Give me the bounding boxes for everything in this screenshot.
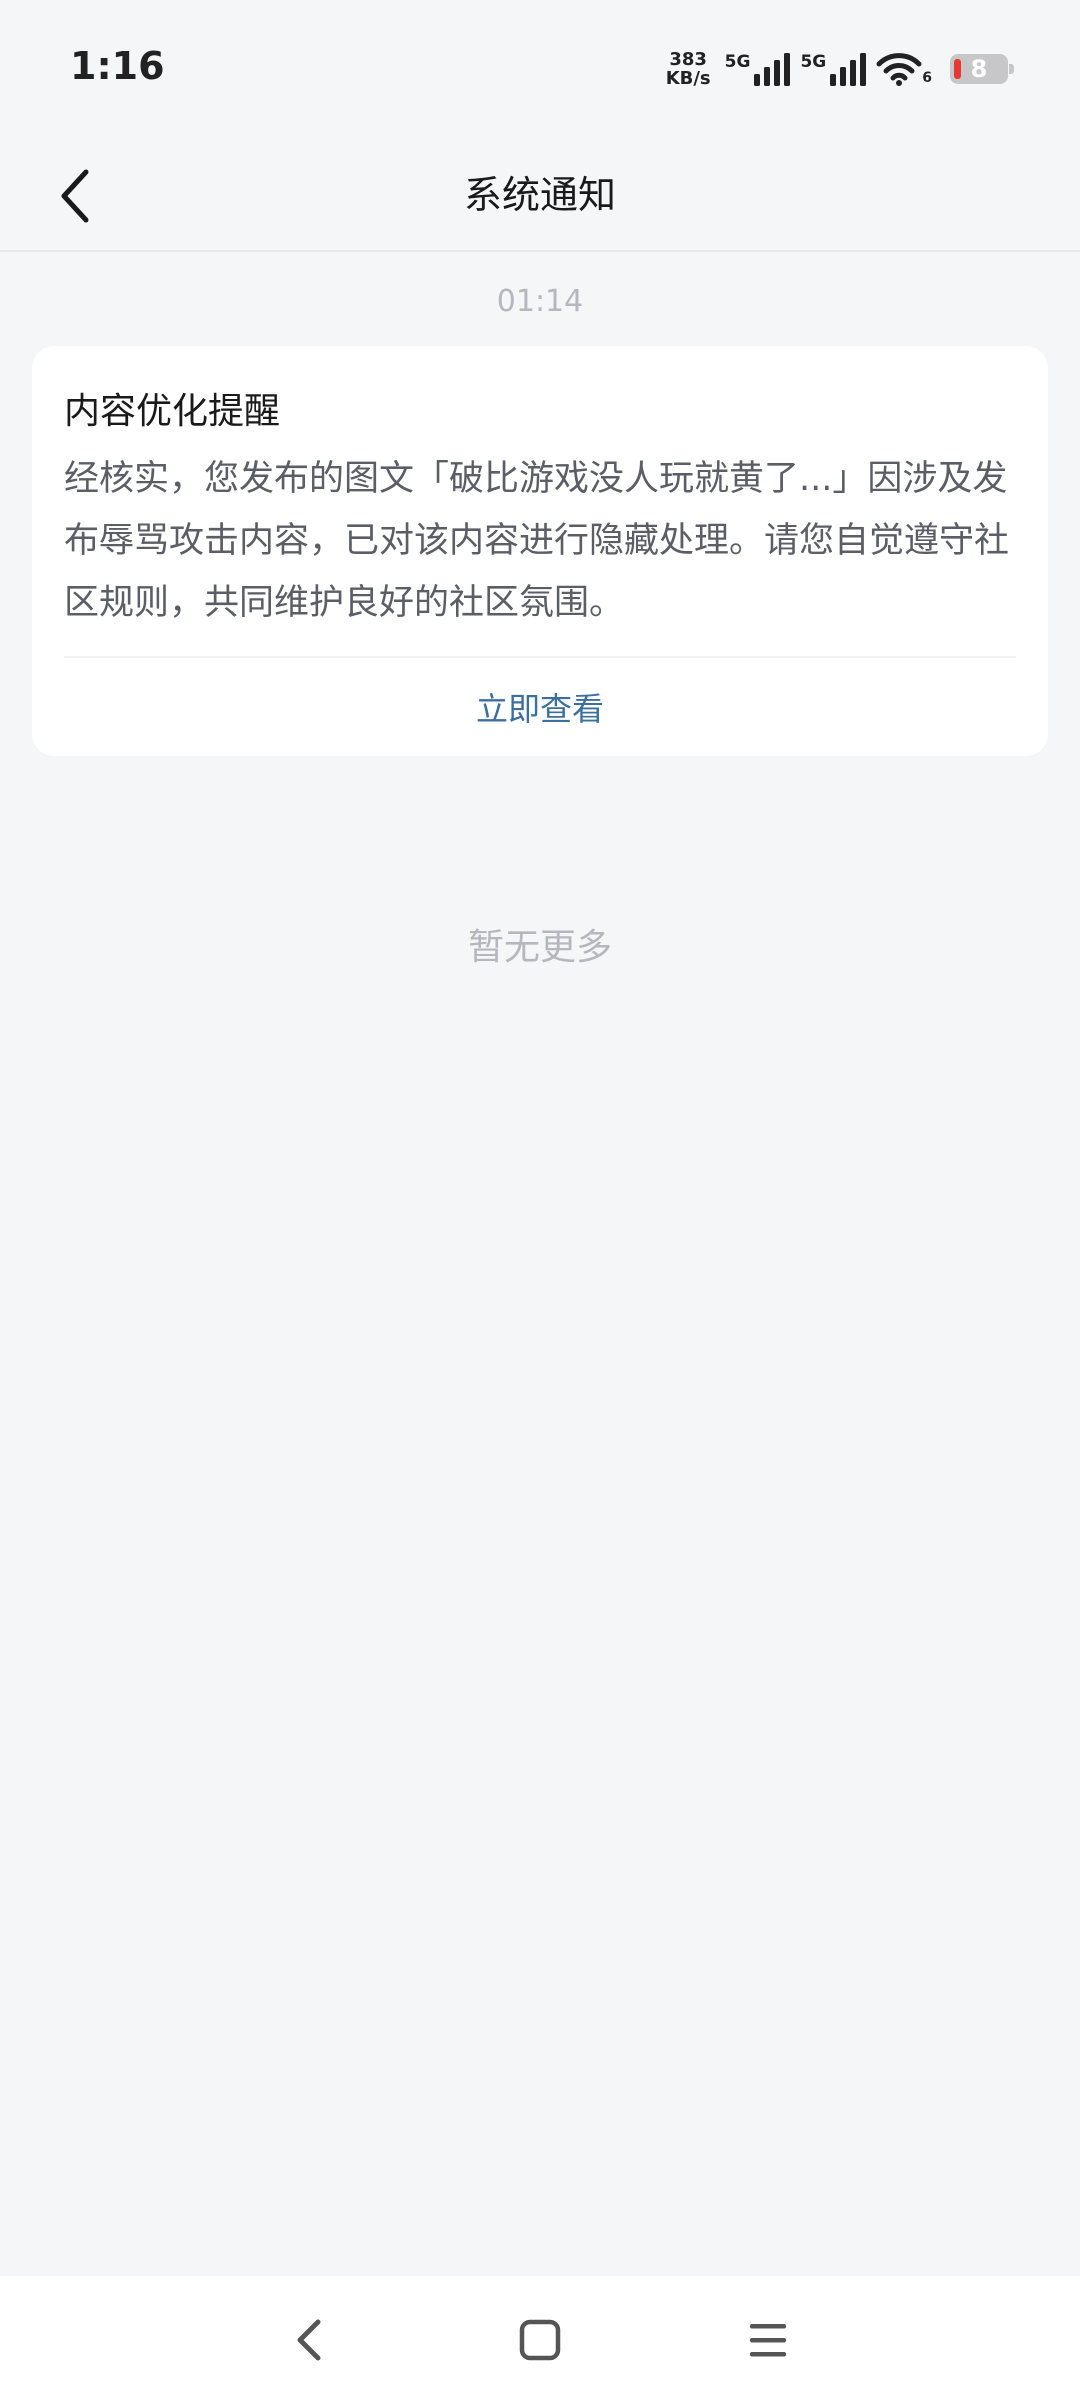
- signal-bars-icon: [754, 53, 791, 86]
- system-navigation-bar: [0, 2276, 1080, 2400]
- no-more-text: 暂无更多: [467, 927, 612, 968]
- wifi-status: 6: [876, 52, 934, 86]
- notification-card: 内容优化提醒 经核实，您发布的图文「破比游戏没人玩就黄了...」因涉及发布辱骂攻…: [32, 346, 1048, 756]
- signal-1-label: 5G: [724, 52, 751, 72]
- nav-menu-icon: [750, 2324, 786, 2357]
- system-menu-button[interactable]: [732, 2304, 804, 2376]
- battery-level: 8: [970, 55, 988, 83]
- status-time: 1:16: [70, 44, 165, 88]
- system-home-button[interactable]: [504, 2304, 576, 2376]
- page-title: 系统通知: [463, 173, 616, 217]
- network-speed-unit: KB/s: [665, 68, 711, 89]
- message-timestamp: 01:14: [496, 284, 584, 319]
- battery-icon: 8: [950, 54, 1014, 84]
- network-speed-value: 383: [669, 49, 707, 70]
- signal-2: 5G: [800, 52, 868, 86]
- nav-home-icon: [519, 2319, 561, 2361]
- nav-back-icon: [297, 2319, 321, 2361]
- signal-bars-icon: [830, 53, 867, 86]
- system-back-button[interactable]: [274, 2304, 346, 2376]
- wifi-icon: [876, 53, 922, 86]
- status-icons: 383 KB/s 5G 5G 6 8: [666, 46, 1014, 92]
- notification-title: 内容优化提醒: [64, 391, 281, 432]
- signal-1: 5G: [725, 52, 793, 86]
- notification-body: 经核实，您发布的图文「破比游戏没人玩就黄了...」因涉及发布辱骂攻击内容，已对该…: [64, 459, 1010, 623]
- status-bar: 1:16 383 KB/s 5G 5G 6 8: [0, 0, 1080, 140]
- network-speed: 383 KB/s: [666, 50, 711, 88]
- divider: [64, 656, 1016, 658]
- view-now-button[interactable]: 立即查看: [32, 684, 1048, 730]
- wifi-badge: 6: [922, 70, 932, 86]
- signal-2-label: 5G: [800, 52, 827, 72]
- header: 系统通知: [0, 140, 1080, 252]
